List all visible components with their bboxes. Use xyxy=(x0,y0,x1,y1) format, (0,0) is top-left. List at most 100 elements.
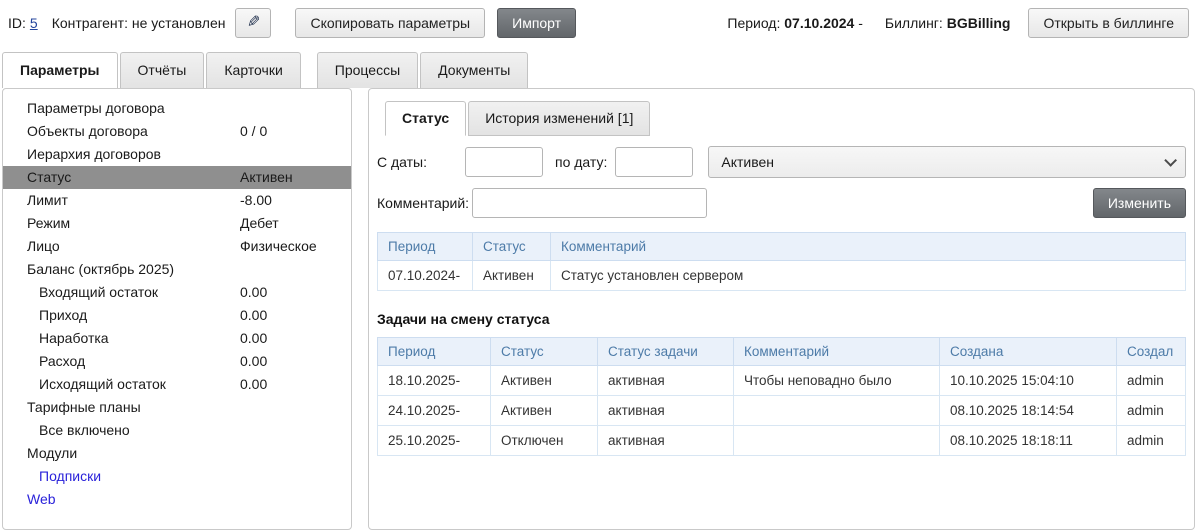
import-button[interactable]: Импорт xyxy=(497,8,576,38)
tab-item[interactable]: Параметры xyxy=(2,52,118,88)
table-row[interactable]: 25.10.2025-Отключенактивная 08.10.2025 1… xyxy=(378,426,1186,456)
sub-tabs: СтатусИстория изменений [1] xyxy=(385,101,1194,136)
sidebar-item-label: Модули xyxy=(27,445,77,461)
table-cell: 07.10.2024- xyxy=(378,261,473,291)
table-cell: admin xyxy=(1117,426,1186,456)
contragent-text: Контрагент: не установлен xyxy=(52,15,226,31)
from-date-input[interactable] xyxy=(465,147,543,177)
comment-input[interactable] xyxy=(472,188,707,218)
table-header-row: ПериодСтатусСтатус задачиКомментарийСозд… xyxy=(378,338,1186,366)
table-header-cell: Создана xyxy=(940,338,1117,366)
sidebar-item-label: Приход xyxy=(39,307,87,323)
subtab-item[interactable]: Статус xyxy=(385,101,466,136)
sidebar-item[interactable]: Лимит-8.00 xyxy=(3,189,351,212)
table-cell: Статус установлен сервером xyxy=(551,261,1186,291)
change-button[interactable]: Изменить xyxy=(1093,188,1186,218)
sidebar-item[interactable]: Наработка 0.00 xyxy=(3,327,351,350)
table-cell: Отключен xyxy=(491,426,598,456)
tab-item[interactable]: Процессы xyxy=(317,52,418,88)
table-cell: активная xyxy=(598,426,734,456)
sidebar-item-value: 0.00 xyxy=(240,304,267,327)
table-row[interactable]: 24.10.2025-Активенактивная 08.10.2025 18… xyxy=(378,396,1186,426)
main-panel: СтатусИстория изменений [1] С даты: по д… xyxy=(368,88,1195,530)
table-cell: Активен xyxy=(473,261,551,291)
table-row[interactable]: 18.10.2025-АктивенактивнаяЧтобы неповадн… xyxy=(378,366,1186,396)
top-bar: ID: 5 Контрагент: не установлен ✎ Скопир… xyxy=(0,0,1197,46)
main-tabs: ПараметрыОтчётыКарточки ПроцессыДокументы xyxy=(2,48,530,88)
sidebar-item[interactable]: Исходящий остаток0.00 xyxy=(3,373,351,396)
sidebar-tree: Параметры договора Объекты договора 0 / 0 И… xyxy=(3,97,351,511)
table-row[interactable]: 07.10.2024-АктивенСтатус установлен серв… xyxy=(378,261,1186,291)
sidebar-item-label: Расход xyxy=(39,353,85,369)
sidebar-item[interactable]: Входящий остаток 0.00 xyxy=(3,281,351,304)
sidebar-item[interactable]: СтатусАктивен xyxy=(3,166,351,189)
edit-contragent-button[interactable]: ✎ xyxy=(235,8,271,38)
to-date-input[interactable] xyxy=(615,147,693,177)
copy-params-button[interactable]: Скопировать параметры xyxy=(295,8,485,38)
table-header-cell: Период xyxy=(378,338,491,366)
sidebar-item[interactable]: Модули xyxy=(3,442,351,465)
table-cell: admin xyxy=(1117,366,1186,396)
top-bar-right: Период: 07.10.2024 - Биллинг: BGBilling … xyxy=(727,8,1189,38)
sidebar-item-label: Исходящий остаток xyxy=(39,376,166,392)
table-header-cell: Статус xyxy=(491,338,598,366)
table-cell: Чтобы неповадно было xyxy=(734,366,940,396)
table-cell: активная xyxy=(598,396,734,426)
sidebar-item-label: Подписки xyxy=(39,468,101,484)
sidebar-item[interactable]: Все включено xyxy=(3,419,351,442)
sidebar-item[interactable]: Приход 0.00 xyxy=(3,304,351,327)
table-cell xyxy=(734,396,940,426)
sidebar-item-label: Объекты договора xyxy=(27,123,148,139)
date-form-row: С даты: по дату: Активен xyxy=(377,146,1186,178)
chevron-down-icon xyxy=(1164,154,1177,167)
sidebar-item-label: Статус xyxy=(27,169,71,185)
sidebar-item[interactable]: Иерархия договоров xyxy=(3,143,351,166)
contract-id-group: ID: 5 Контрагент: не установлен ✎ Скопир… xyxy=(8,8,576,38)
table-header-cell: Период xyxy=(378,233,473,261)
sidebar-item[interactable]: Баланс (октябрь 2025) xyxy=(3,258,351,281)
sidebar-item-label: Входящий остаток xyxy=(39,284,158,300)
table-cell: 25.10.2025- xyxy=(378,426,491,456)
comment-label: Комментарий: xyxy=(377,195,472,211)
tasks-heading: Задачи на смену статуса xyxy=(377,311,1186,327)
sidebar-item[interactable]: Подписки xyxy=(3,465,351,488)
sidebar-item-value: 0 / 0 xyxy=(240,120,267,143)
table-header-cell: Комментарий xyxy=(734,338,940,366)
tab-item[interactable]: Карточки xyxy=(206,52,300,88)
sidebar-item-value: 0.00 xyxy=(240,327,267,350)
pencil-icon: ✎ xyxy=(247,12,260,32)
sidebar-item[interactable]: Расход 0.00 xyxy=(3,350,351,373)
table-header-cell: Создал xyxy=(1117,338,1186,366)
table-header-cell: Статус задачи xyxy=(598,338,734,366)
tab-item[interactable]: Отчёты xyxy=(120,52,205,88)
table-cell: admin xyxy=(1117,396,1186,426)
sidebar-item-label: Лимит xyxy=(27,192,68,208)
sidebar-item[interactable]: Параметры договора xyxy=(3,97,351,120)
table-cell: Активен xyxy=(491,396,598,426)
sidebar-item-label: Web xyxy=(27,491,56,507)
open-in-billing-button[interactable]: Открыть в биллинге xyxy=(1028,8,1189,38)
tab-item[interactable]: Документы xyxy=(420,52,528,88)
sidebar-item-label: Режим xyxy=(27,215,70,231)
period-value: 07.10.2024 xyxy=(784,15,854,31)
table-cell: 10.10.2025 15:04:10 xyxy=(940,366,1117,396)
sidebar-item-label: Лицо xyxy=(27,238,60,254)
status-select[interactable]: Активен xyxy=(708,146,1186,178)
table-header-cell: Комментарий xyxy=(551,233,1186,261)
sidebar-item[interactable]: Режим Дебет xyxy=(3,212,351,235)
sidebar-item[interactable]: ЛицоФизическое xyxy=(3,235,351,258)
status-select-value: Активен xyxy=(721,154,774,170)
table-cell: 18.10.2025- xyxy=(378,366,491,396)
sidebar-item-label: Наработка xyxy=(39,330,109,346)
sidebar-item-value: 0.00 xyxy=(240,350,267,373)
sidebar-item-label: Иерархия договоров xyxy=(27,146,161,162)
contract-id-link[interactable]: 5 xyxy=(30,15,38,31)
sidebar-item[interactable]: Объекты договора 0 / 0 xyxy=(3,120,351,143)
period-text: Период: 07.10.2024 - xyxy=(727,15,863,31)
sidebar-item-value: 0.00 xyxy=(240,281,267,304)
sidebar-item[interactable]: Web xyxy=(3,488,351,511)
subtab-item[interactable]: История изменений [1] xyxy=(468,101,650,136)
sidebar-item-value: Дебет xyxy=(240,212,279,235)
sidebar-panel: Параметры договора Объекты договора 0 / 0 И… xyxy=(2,88,352,530)
sidebar-item[interactable]: Тарифные планы xyxy=(3,396,351,419)
